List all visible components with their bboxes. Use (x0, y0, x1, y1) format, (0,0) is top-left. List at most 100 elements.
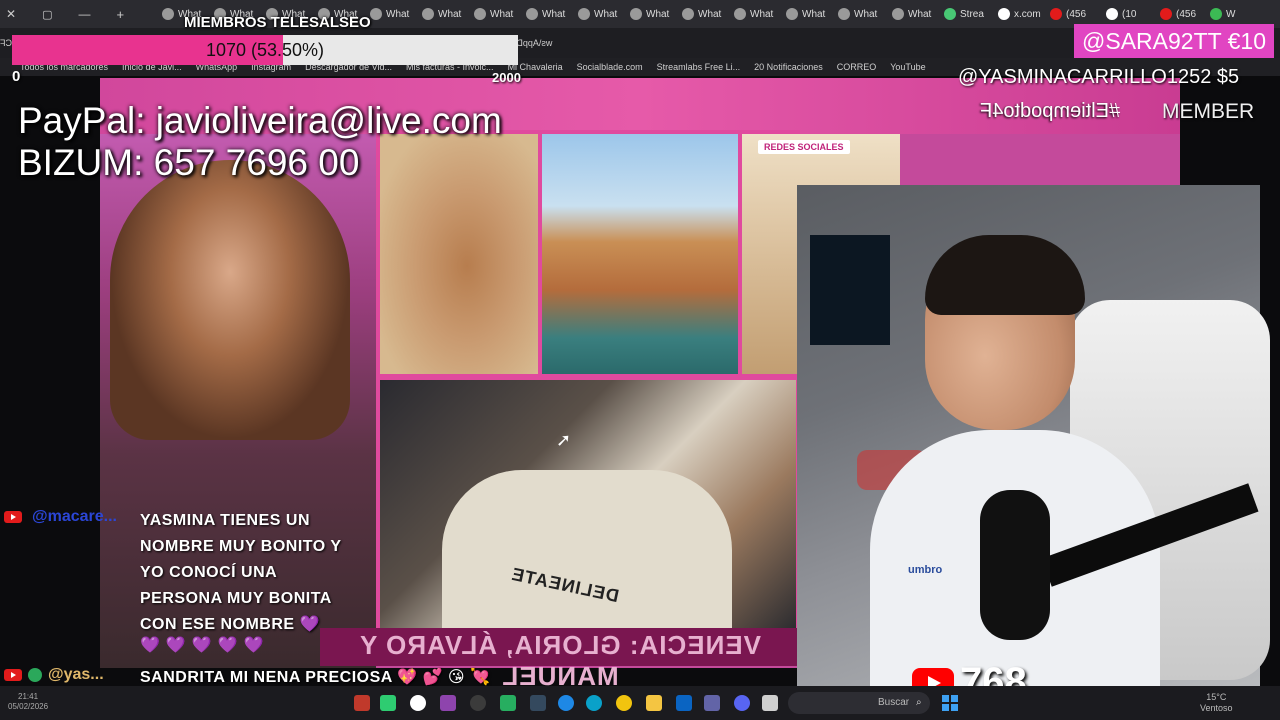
chat-message: YASMINA TIENES UN NOMBRE MUY BONITO Y YO… (140, 512, 342, 633)
browser-tab[interactable]: What (786, 4, 825, 24)
clock-date: 05/02/2026 (8, 702, 49, 711)
bookmark-item[interactable]: YouTube (890, 62, 925, 72)
paypal-info: PayPal: javioliveira@live.com (18, 100, 502, 141)
mouse-cursor-icon: ➚ (556, 430, 572, 450)
search-placeholder: Buscar (878, 697, 910, 708)
youtube-icon (1050, 8, 1062, 20)
new-tab-icon[interactable]: + (116, 7, 124, 22)
clock-time: 21:41 (18, 692, 39, 701)
x-icon (1106, 8, 1118, 20)
chrome-icon[interactable] (616, 695, 632, 711)
app-icon[interactable] (354, 695, 370, 711)
teams-icon[interactable] (704, 695, 720, 711)
whatsapp-icon (734, 8, 746, 20)
app-icon[interactable] (440, 695, 456, 711)
browser-tab[interactable]: W (1210, 4, 1235, 24)
tab-label: What (386, 8, 410, 20)
browser-window-controls[interactable]: ✕ ▢ — + (6, 4, 124, 24)
mail-icon[interactable] (676, 695, 692, 711)
maximize-icon[interactable]: ▢ (42, 8, 52, 21)
tab-label: What (490, 8, 514, 20)
youtube-icon (4, 511, 22, 523)
goal-title: MIEMBROS TELESALSEO (184, 14, 371, 31)
shirt-brand-text: umbro (908, 564, 943, 576)
goal-min-label: 0 (12, 68, 21, 85)
browser-tab[interactable]: What (734, 4, 773, 24)
weather-desc: Ventoso (1200, 703, 1233, 713)
browser-tab[interactable]: What (838, 4, 877, 24)
whatsapp-icon (838, 8, 850, 20)
browser-tab[interactable]: What (526, 4, 565, 24)
youtube-icon (4, 669, 22, 681)
tab-label: Strea (960, 8, 984, 20)
browser-tab[interactable]: What (578, 4, 617, 24)
whatsapp-icon (682, 8, 694, 20)
browser-tab[interactable]: (456 (1160, 4, 1196, 24)
browser-tab[interactable]: Strea (944, 4, 984, 24)
minimize-icon[interactable]: — (78, 7, 90, 21)
bookmark-item[interactable]: CORREO (837, 62, 877, 72)
taskbar-search[interactable]: Buscar ⌕ (788, 692, 930, 714)
windows-start-icon[interactable] (942, 695, 958, 711)
mirrored-hashtag: #Eltiempodto4F (980, 100, 1121, 122)
chat-username-text: @macare... (32, 508, 117, 525)
youtube-icon (1160, 8, 1172, 20)
tab-label: What (750, 8, 774, 20)
obs-icon[interactable] (470, 695, 486, 711)
whatsapp-icon (370, 8, 382, 20)
weather-widget[interactable]: 15°C Ventoso (1200, 692, 1233, 714)
chat-emotes: 💜💜💜💜💜 (140, 637, 270, 654)
app-icon[interactable] (500, 695, 516, 711)
app-icon[interactable] (558, 695, 574, 711)
tab-label: W (1226, 8, 1236, 20)
x-icon (998, 8, 1010, 20)
tab-label: What (542, 8, 566, 20)
chat-username-text: @yas... (48, 666, 104, 683)
browser-tab[interactable]: What (682, 4, 721, 24)
browser-tab[interactable]: What (474, 4, 513, 24)
close-window-icon[interactable]: ✕ (6, 7, 16, 21)
browser-tab[interactable]: What (422, 4, 461, 24)
browser-tab[interactable]: x.com (998, 4, 1041, 24)
whatsapp-icon (578, 8, 590, 20)
tab-label: What (594, 8, 618, 20)
member-badge-icon (28, 668, 42, 682)
folder-icon[interactable] (646, 695, 662, 711)
chrome-icon[interactable] (410, 695, 426, 711)
bookmark-item[interactable]: Socialblade.com (577, 62, 643, 72)
app-icon[interactable] (380, 695, 396, 711)
goal-progress-text: 1070 (53.50%) (205, 40, 325, 60)
whatsapp-icon (630, 8, 642, 20)
tab-label: What (698, 8, 722, 20)
donation-alert: @SARA92TT €10 (1074, 24, 1275, 58)
tab-label: What (802, 8, 826, 20)
blurred-photo (380, 134, 538, 374)
tab-favicon-icon (1210, 8, 1222, 20)
venice-photo (542, 134, 738, 374)
whatsapp-icon (786, 8, 798, 20)
browser-tab[interactable]: What (370, 4, 409, 24)
member-label: MEMBER (1162, 100, 1255, 123)
bookmark-item[interactable]: Streamlabs Free Li... (657, 62, 741, 72)
taskbar (0, 686, 1280, 720)
browser-tab[interactable]: (10 (1106, 4, 1136, 24)
browser-tab[interactable]: What (630, 4, 669, 24)
taskbar-clock[interactable]: 21:41 05/02/2026 (8, 692, 48, 712)
browser-tab[interactable]: What (892, 4, 931, 24)
microphone (980, 490, 1050, 640)
whatsapp-icon (162, 8, 174, 20)
tv-host-figure (110, 160, 350, 440)
chat-username: @yas... (4, 666, 104, 684)
streamlabs-icon (944, 8, 956, 20)
bookmark-item[interactable]: 20 Notificaciones (754, 62, 823, 72)
edge-icon[interactable] (586, 695, 602, 711)
chat-username: @macare... (4, 508, 117, 526)
search-icon: ⌕ (916, 697, 922, 708)
tab-label: What (854, 8, 878, 20)
app-icon[interactable] (530, 695, 546, 711)
app-icon[interactable] (762, 695, 778, 711)
discord-icon[interactable] (734, 695, 750, 711)
goal-max-label: 2000 (492, 70, 521, 85)
browser-tab[interactable]: (456 (1050, 4, 1086, 24)
weather-temp: 15°C (1206, 692, 1227, 702)
